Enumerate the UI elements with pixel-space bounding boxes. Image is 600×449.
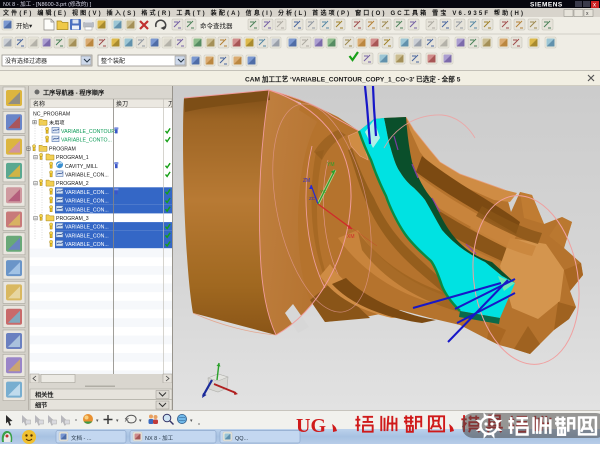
svg-text:⊟: ⊟ [33,216,38,222]
svg-text:QQ...: QQ... [235,436,249,442]
svg-text:开始▾: 开始▾ [16,21,33,30]
svg-text:没有选择过滤器: 没有选择过滤器 [5,57,47,65]
svg-text:VARIABLE_CON...: VARIABLE_CON... [65,190,109,196]
svg-text:PROGRAM_3: PROGRAM_3 [56,216,89,222]
svg-text:VARIABLE_CON...: VARIABLE_CON... [65,199,109,205]
svg-text:NX 8 - 加工: NX 8 - 加工 [145,434,174,442]
svg-text:PROGRAM_2: PROGRAM_2 [56,181,89,187]
svg-text:VARIABLE_CON...: VARIABLE_CON... [65,173,109,179]
svg-text:NX 8 - 加工 - [N8600-3.prt (修改的): NX 8 - 加工 - [N8600-3.prt (修改的) ] [3,0,92,8]
svg-text:PROGRAM_1: PROGRAM_1 [56,155,89,161]
svg-text:细节: 细节 [35,402,47,410]
svg-text:名称: 名称 [33,100,45,108]
svg-text:SIEMENS: SIEMENS [530,2,563,9]
svg-text:VARIABLE_CONTOUR: VARIABLE_CONTOUR [61,129,115,135]
svg-text:工序导航器 - 程序顺序: 工序导航器 - 程序顺序 [43,89,105,97]
svg-text:YM: YM [327,162,335,168]
svg-text:换刀: 换刀 [116,100,128,108]
svg-text:文件(F) 编辑(E) 视图(V) 插入(S) 格式(R): 文件(F) 编辑(E) 视图(V) 插入(S) 格式(R) 工具(T) 装配(A… [2,9,523,17]
svg-text:VARIABLE_CONTO...: VARIABLE_CONTO... [61,138,112,144]
svg-text:相关性: 相关性 [35,391,54,399]
svg-text:VARIABLE_CON...: VARIABLE_CON... [65,242,109,248]
svg-text:CAVITY_MILL: CAVITY_MILL [65,164,98,170]
svg-text:命令查找器: 命令查找器 [200,21,233,30]
svg-text:VARIABLE_CON...: VARIABLE_CON... [65,207,109,213]
svg-text:ZM: ZM [303,178,310,184]
svg-text:YC: YC [320,189,327,194]
svg-text:VARIABLE_CON...: VARIABLE_CON... [65,233,109,239]
svg-text:CAM 加工工艺 ‘VARIABLE_CONTOUR_COP: CAM 加工工艺 ‘VARIABLE_CONTOUR_COPY_1_CO~3’ … [245,75,461,84]
svg-text:整个装配: 整个装配 [101,57,125,65]
svg-text:VARIABLE_CON...: VARIABLE_CON... [65,225,109,231]
svg-text:ZC: ZC [309,196,316,201]
svg-text:NC_PROGRAM: NC_PROGRAM [33,112,70,118]
svg-text:PROGRAM: PROGRAM [49,146,76,152]
svg-text:⊟: ⊟ [26,146,31,152]
svg-text:⊟: ⊟ [33,155,38,161]
svg-text:文档 - ...: 文档 - ... [71,434,92,442]
svg-text:UG: UG [296,415,326,437]
svg-text:XM: XM [347,234,355,240]
svg-text:未用项: 未用项 [49,118,65,126]
svg-text:x: x [593,3,596,9]
svg-text:⊟: ⊟ [33,181,38,187]
svg-text:⊞: ⊞ [32,120,37,126]
